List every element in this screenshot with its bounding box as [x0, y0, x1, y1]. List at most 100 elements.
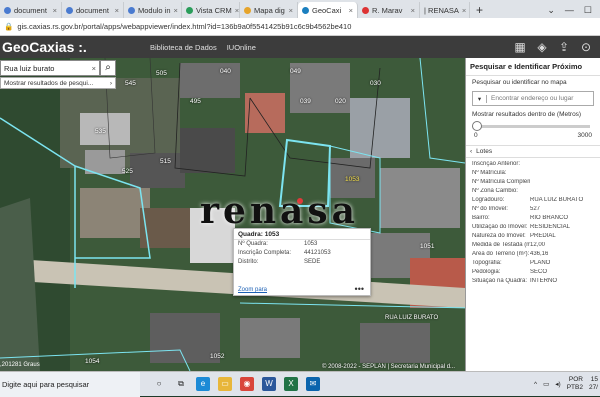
attribute-row: Situação na Quadra: INTERNO [466, 278, 600, 287]
browser-tab[interactable]: document × [62, 2, 124, 18]
distance-slider[interactable] [472, 121, 590, 131]
file-explorer-icon[interactable]: ▭ [218, 377, 232, 391]
share-icon[interactable]: ⇪ [556, 39, 572, 55]
attribute-row: Natureza do Imóvel: PREDIAL [466, 233, 600, 242]
attr-value: PREDIAL [530, 233, 556, 239]
attr-key: Natureza do Imóvel: [472, 233, 526, 239]
browser-tab[interactable]: Vista CRM × [182, 2, 240, 18]
attribute-row: Logradouro: RUA LUIZ BURATO [466, 197, 600, 206]
search-input[interactable]: Rua luiz burato × [0, 60, 100, 76]
attr-key: Situação na Quadra: [472, 278, 528, 284]
network-icon[interactable]: ▭ [543, 380, 549, 388]
attr-value: 527 [530, 206, 541, 212]
iuonline-link[interactable]: IUOnline [227, 43, 256, 52]
plot-label: 020 [335, 98, 346, 105]
chevron-left-icon[interactable]: ‹ [470, 148, 472, 155]
plot-label: 495 [190, 98, 201, 105]
attribute-row: Utilização do Imóvel: RESIDENCIAL [466, 224, 600, 233]
word-icon[interactable]: W [262, 377, 276, 391]
date-text: 27/ [588, 384, 598, 391]
clear-search-icon[interactable]: × [92, 64, 96, 73]
lock-icon: 🔒 [4, 22, 14, 31]
attribute-row: Bairro: RIO BRANCO [466, 215, 600, 224]
browser-tab-active[interactable]: GeoCaxi × [298, 2, 358, 18]
browser-tab-bar: document × document × Modulo in × Vista CRM… [0, 0, 600, 18]
attribute-row: Medida de Testada (m): 12,00 [466, 242, 600, 251]
close-icon[interactable]: × [411, 6, 415, 15]
edge-icon[interactable]: e [196, 377, 210, 391]
more-options-icon[interactable]: ••• [355, 284, 364, 294]
plot-label: 1053 [345, 176, 360, 183]
address-bar[interactable]: 🔒 gis.caxias.rs.gov.br/portal/apps/webap… [0, 18, 600, 36]
chevron-down-icon[interactable]: ▾ [473, 94, 487, 103]
close-icon[interactable]: × [235, 6, 239, 15]
lang-indicator[interactable]: POR PTB2 [567, 376, 583, 392]
popup-title: Quadra: 1053 [234, 229, 370, 240]
info-popup: Quadra: 1053 Nº Quadra: 1053 Inscrição Co… [233, 228, 371, 296]
panel-title: Pesquisar e Identificar Próximo [466, 58, 600, 76]
lang-sub: PTB2 [566, 384, 583, 391]
attr-key: Nº Zona Cambio: [472, 188, 518, 194]
plot-label: 040 [220, 68, 231, 75]
search-suggestion[interactable]: Mostrar resultados de pesqui... › [0, 77, 116, 89]
plot-label: 1052 [210, 353, 225, 360]
close-icon[interactable]: × [115, 6, 119, 15]
attribute-row: Nº do Imóvel: 527 [466, 206, 600, 215]
browser-tab[interactable]: document × [0, 2, 62, 18]
zoom-to-link[interactable]: Zoom para [238, 287, 267, 293]
browser-tab[interactable]: R. Marav × [358, 2, 420, 18]
attr-key: Topografia: [472, 260, 502, 266]
tab-label: R. Marav [372, 5, 403, 15]
plot-label: 039 [300, 98, 311, 105]
taskbar-search[interactable]: Digite aqui para pesquisar [0, 371, 140, 397]
maximize-icon[interactable]: ☐ [584, 5, 592, 16]
tab-favicon-icon [128, 6, 135, 14]
close-icon[interactable]: × [349, 6, 353, 15]
attr-value: INTERNO [530, 278, 557, 284]
library-link[interactable]: Biblioteca de Dados [150, 43, 217, 52]
task-view-icon[interactable]: ⧉ [174, 377, 188, 391]
minimize-icon[interactable]: — [565, 5, 574, 15]
chevron-down-icon[interactable]: ⌄ [547, 5, 555, 16]
results-layer-name: Lotes [476, 148, 493, 155]
circle-icon[interactable]: ○ [152, 377, 166, 391]
tab-label: Vista CRM [196, 5, 232, 15]
popup-row: Inscrição Completa: 44121053 [234, 249, 370, 258]
mail-icon[interactable]: ✉ [306, 377, 320, 391]
url-text: gis.caxias.rs.gov.br/portal/apps/webappv… [17, 22, 352, 31]
close-icon[interactable]: × [289, 6, 293, 15]
taskbar-apps: ○ ⧉ e ▭ ◉ W X ✉ [152, 377, 320, 391]
attr-key: Inscrição Anterior: [472, 161, 521, 167]
plot-label: 525 [122, 168, 133, 175]
close-icon[interactable]: × [53, 6, 57, 15]
distance-label: Mostrar resultados dentro de (Metros) [472, 111, 582, 118]
chrome-icon[interactable]: ◉ [240, 377, 254, 391]
geocode-input[interactable]: ▾ Encontrar endereço ou lugar [472, 91, 594, 106]
results-header[interactable]: ‹ Lotes [466, 145, 600, 158]
tab-favicon-icon [4, 6, 11, 14]
plot-label: 545 [125, 80, 136, 87]
slider-handle[interactable] [472, 121, 482, 131]
plot-label: 049 [290, 68, 301, 75]
search-icon[interactable]: ⌕ [100, 60, 116, 76]
close-icon[interactable]: × [174, 6, 178, 15]
scale-readout: ,201281 Graus [0, 362, 40, 368]
excel-icon[interactable]: X [284, 377, 298, 391]
clock[interactable]: 15 27/ [589, 376, 598, 392]
browser-tab[interactable]: Modulo in × [124, 2, 182, 18]
new-tab-button[interactable]: + [470, 2, 489, 18]
attribute-row: Pedologia: SECO [466, 269, 600, 278]
browser-tab[interactable]: | RENASA × [420, 2, 470, 18]
close-icon[interactable]: × [462, 6, 466, 15]
plot-label: 030 [370, 80, 381, 87]
grid-icon[interactable]: ▦ [512, 39, 528, 55]
browser-tab[interactable]: Mapa dig × [240, 2, 298, 18]
attr-value: RESIDENCIAL [530, 224, 571, 230]
plot-label: 1054 [85, 358, 100, 365]
chevron-up-icon[interactable]: ^ [534, 381, 537, 388]
popup-row: Nº Quadra: 1053 [234, 240, 370, 249]
layers-icon[interactable]: ◈ [534, 39, 550, 55]
popup-value: SEDE [304, 259, 321, 265]
volume-icon[interactable]: ◂) [555, 380, 560, 388]
user-icon[interactable]: ⊙ [578, 39, 594, 55]
